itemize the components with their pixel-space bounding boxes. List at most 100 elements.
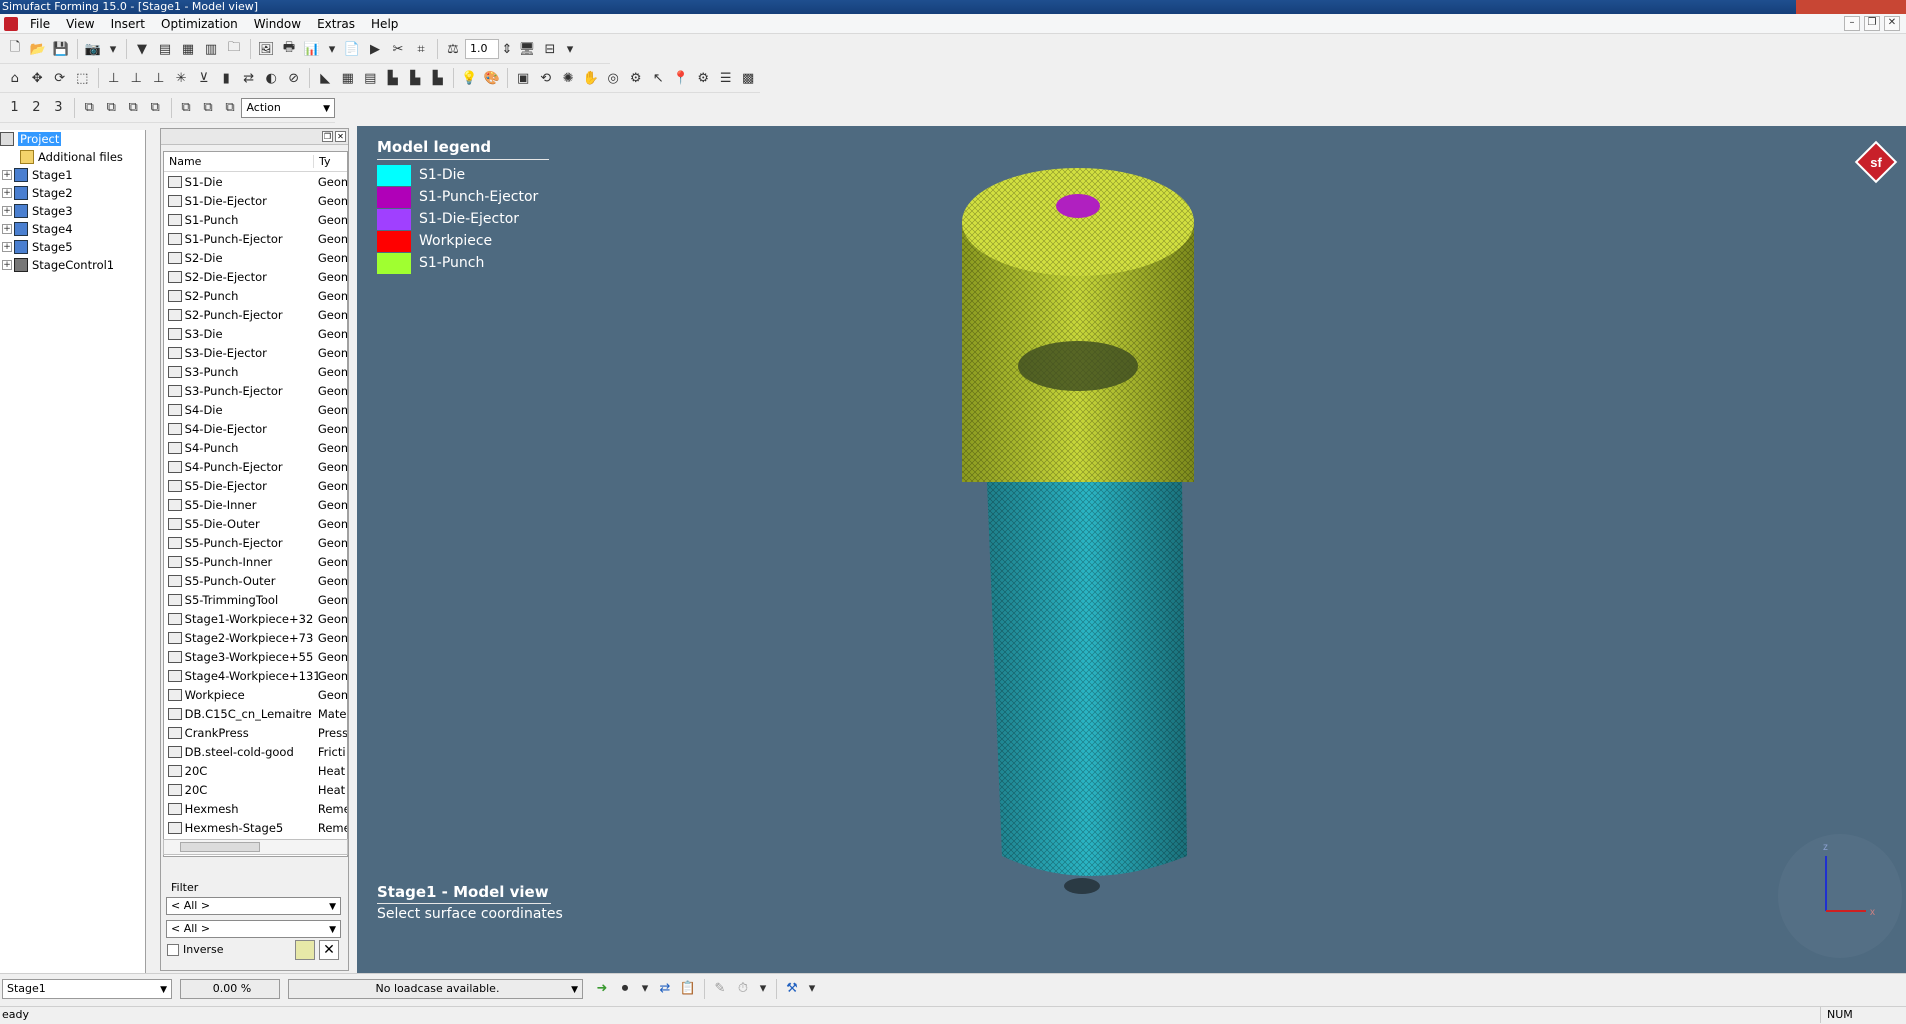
panel-icon[interactable]: ▣ [512, 67, 534, 89]
expand-icon[interactable]: + [2, 242, 12, 252]
sun-icon[interactable]: ✺ [557, 67, 579, 89]
screen-icon[interactable]: 🖥 [516, 38, 538, 60]
folder-view-icon[interactable]: 🗀 [223, 38, 245, 60]
run-icon[interactable]: ▶ [364, 38, 386, 60]
stage-select[interactable]: Stage1 [2, 978, 172, 999]
scale-icon[interactable]: ⚖ [442, 38, 464, 60]
sync-icon[interactable]: ⇄ [654, 978, 676, 1000]
timer-dropdown-icon[interactable]: ▾ [755, 978, 771, 1000]
tree-view-icon[interactable]: ▤ [154, 38, 176, 60]
pin-icon[interactable]: 📍 [670, 67, 692, 89]
library-row[interactable]: S3-Punch-Ejector Geom [164, 381, 347, 400]
split-layer-icon[interactable]: ⧉ [145, 97, 166, 119]
open-folder-icon[interactable]: 📂 [27, 38, 49, 60]
menu-extras[interactable]: Extras [309, 17, 363, 31]
workpiece-mesh-model[interactable] [957, 166, 1337, 1016]
new-file-icon[interactable]: 🗋 [4, 38, 26, 60]
pane-close-icon[interactable]: ✕ [335, 131, 346, 142]
target-icon[interactable]: ◎ [602, 67, 624, 89]
library-row[interactable]: S3-Die-Ejector Geom [164, 343, 347, 362]
pen-icon[interactable]: ✎ [709, 978, 731, 1000]
tree-item-project[interactable]: Project [0, 130, 145, 148]
stack3-icon[interactable]: ⧉ [219, 97, 240, 119]
paste-layer-icon[interactable]: ⧉ [101, 97, 122, 119]
view-free-icon[interactable]: ⊻ [193, 67, 215, 89]
bar-chart-icon[interactable]: ▮ [215, 67, 237, 89]
library-view-icon[interactable]: ▦ [177, 38, 199, 60]
tree-item-stage2[interactable]: + Stage2 [0, 184, 145, 202]
library-row[interactable]: S5-Die-Ejector Geom [164, 476, 347, 495]
library-row[interactable]: S2-Die-Ejector Geom [164, 267, 347, 286]
filter-icon[interactable]: ▼ [131, 38, 153, 60]
steps3-icon[interactable]: ▙ [427, 67, 449, 89]
library-row[interactable]: S1-Punch Geom [164, 210, 347, 229]
save-icon[interactable]: 💾 [50, 38, 72, 60]
inverse-checkbox-row[interactable]: Inverse [167, 943, 224, 956]
tools-dropdown-icon[interactable]: ▾ [804, 978, 820, 1000]
pointer-icon[interactable]: ↖ [647, 67, 669, 89]
library-row[interactable]: S1-Die-Ejector Geom [164, 191, 347, 210]
list-icon[interactable]: ☰ [715, 67, 737, 89]
chart-icon[interactable]: 📊 [301, 38, 323, 60]
mirror-icon[interactable]: ⇄ [238, 67, 260, 89]
tools-icon[interactable]: ⚒ [781, 978, 803, 1000]
mdi-minimize-button[interactable]: – [1844, 16, 1860, 31]
no-section-icon[interactable]: ⊘ [283, 67, 305, 89]
section-icon[interactable]: ◐ [260, 67, 282, 89]
library-row[interactable]: S5-Punch-Ejector Geom [164, 533, 347, 552]
table-icon[interactable]: ▤ [359, 67, 381, 89]
grid-icon[interactable]: ▦ [337, 67, 359, 89]
loadcase-select[interactable]: No loadcase available. [288, 978, 583, 999]
home-icon[interactable]: ⌂ [4, 67, 26, 89]
menu-file[interactable]: File [22, 17, 58, 31]
stack2-icon[interactable]: ⧉ [198, 97, 219, 119]
expand-icon[interactable]: + [2, 170, 12, 180]
library-row[interactable]: S4-Die-Ejector Geom [164, 419, 347, 438]
library-row[interactable]: S5-Die-Inner Geom [164, 495, 347, 514]
expand-icon[interactable]: + [2, 224, 12, 234]
axis-icon[interactable]: ◣ [314, 67, 336, 89]
clipboard-icon[interactable]: 📋 [677, 978, 699, 1000]
library-row[interactable]: Stage1-Workpiece+32Geom [164, 609, 347, 628]
library-row[interactable]: S2-Die Geom [164, 248, 347, 267]
merge-layer-icon[interactable]: ⧉ [123, 97, 144, 119]
mdi-close-button[interactable]: ✕ [1884, 16, 1900, 31]
view-x-icon[interactable]: ⊥ [103, 67, 125, 89]
filter-select-1[interactable]: < All > [166, 897, 341, 915]
library-row[interactable]: S5-Punch-Outer Geom [164, 571, 347, 590]
library-row[interactable]: Hexmesh Reme [164, 799, 347, 818]
expand-icon[interactable]: + [2, 188, 12, 198]
zoom-spinner-icon[interactable]: ⇕ [499, 38, 515, 60]
clear-filter-icon[interactable]: ✕ [319, 940, 339, 960]
stack-icon[interactable]: ⧉ [176, 97, 197, 119]
library-row[interactable]: 20C Heat [164, 780, 347, 799]
library-row[interactable]: S1-Die Geom [164, 172, 347, 191]
tree-item-stage4[interactable]: + Stage4 [0, 220, 145, 238]
camera-icon[interactable]: 📷 [82, 38, 104, 60]
action-select[interactable]: Action [241, 97, 336, 118]
view-iso-icon[interactable]: ✳ [170, 67, 192, 89]
app-logo-icon[interactable] [4, 16, 18, 31]
scroll-thumb[interactable] [180, 842, 260, 852]
library-hscrollbar[interactable] [163, 839, 348, 855]
menu-optimization[interactable]: Optimization [153, 17, 246, 31]
camera-dropdown-icon[interactable]: ▾ [105, 38, 121, 60]
zoom-input[interactable]: 1.0 [465, 39, 499, 59]
light-icon[interactable]: 💡 [458, 67, 480, 89]
library-row[interactable]: S4-Die Geom [164, 400, 347, 419]
titlebar-close-area[interactable] [1796, 0, 1906, 14]
model-viewport[interactable]: Model legend S1-Die S1-Punch-Ejector S1-Di… [357, 126, 1906, 973]
steps2-icon[interactable]: ▙ [404, 67, 426, 89]
highlight-icon[interactable]: ▩ [737, 67, 759, 89]
library-row[interactable]: Workpiece Geom [164, 685, 347, 704]
zoom-box-icon[interactable]: ⬚ [72, 67, 94, 89]
copy-layer-icon[interactable]: ⧉ [79, 97, 100, 119]
library-row[interactable]: Stage2-Workpiece+73Geom [164, 628, 347, 647]
rotate-icon[interactable]: ⟳ [49, 67, 71, 89]
settings-icon[interactable]: ⚙ [692, 67, 714, 89]
library-row[interactable]: S1-Punch-Ejector Geom [164, 229, 347, 248]
expand-icon[interactable]: + [2, 206, 12, 216]
library-list[interactable]: Name Ty S1-DieGeomS1-Die-EjectorGeomS1-P… [163, 151, 348, 857]
menu-help[interactable]: Help [363, 17, 406, 31]
library-row[interactable]: DB.steel-cold-good Fricti [164, 742, 347, 761]
